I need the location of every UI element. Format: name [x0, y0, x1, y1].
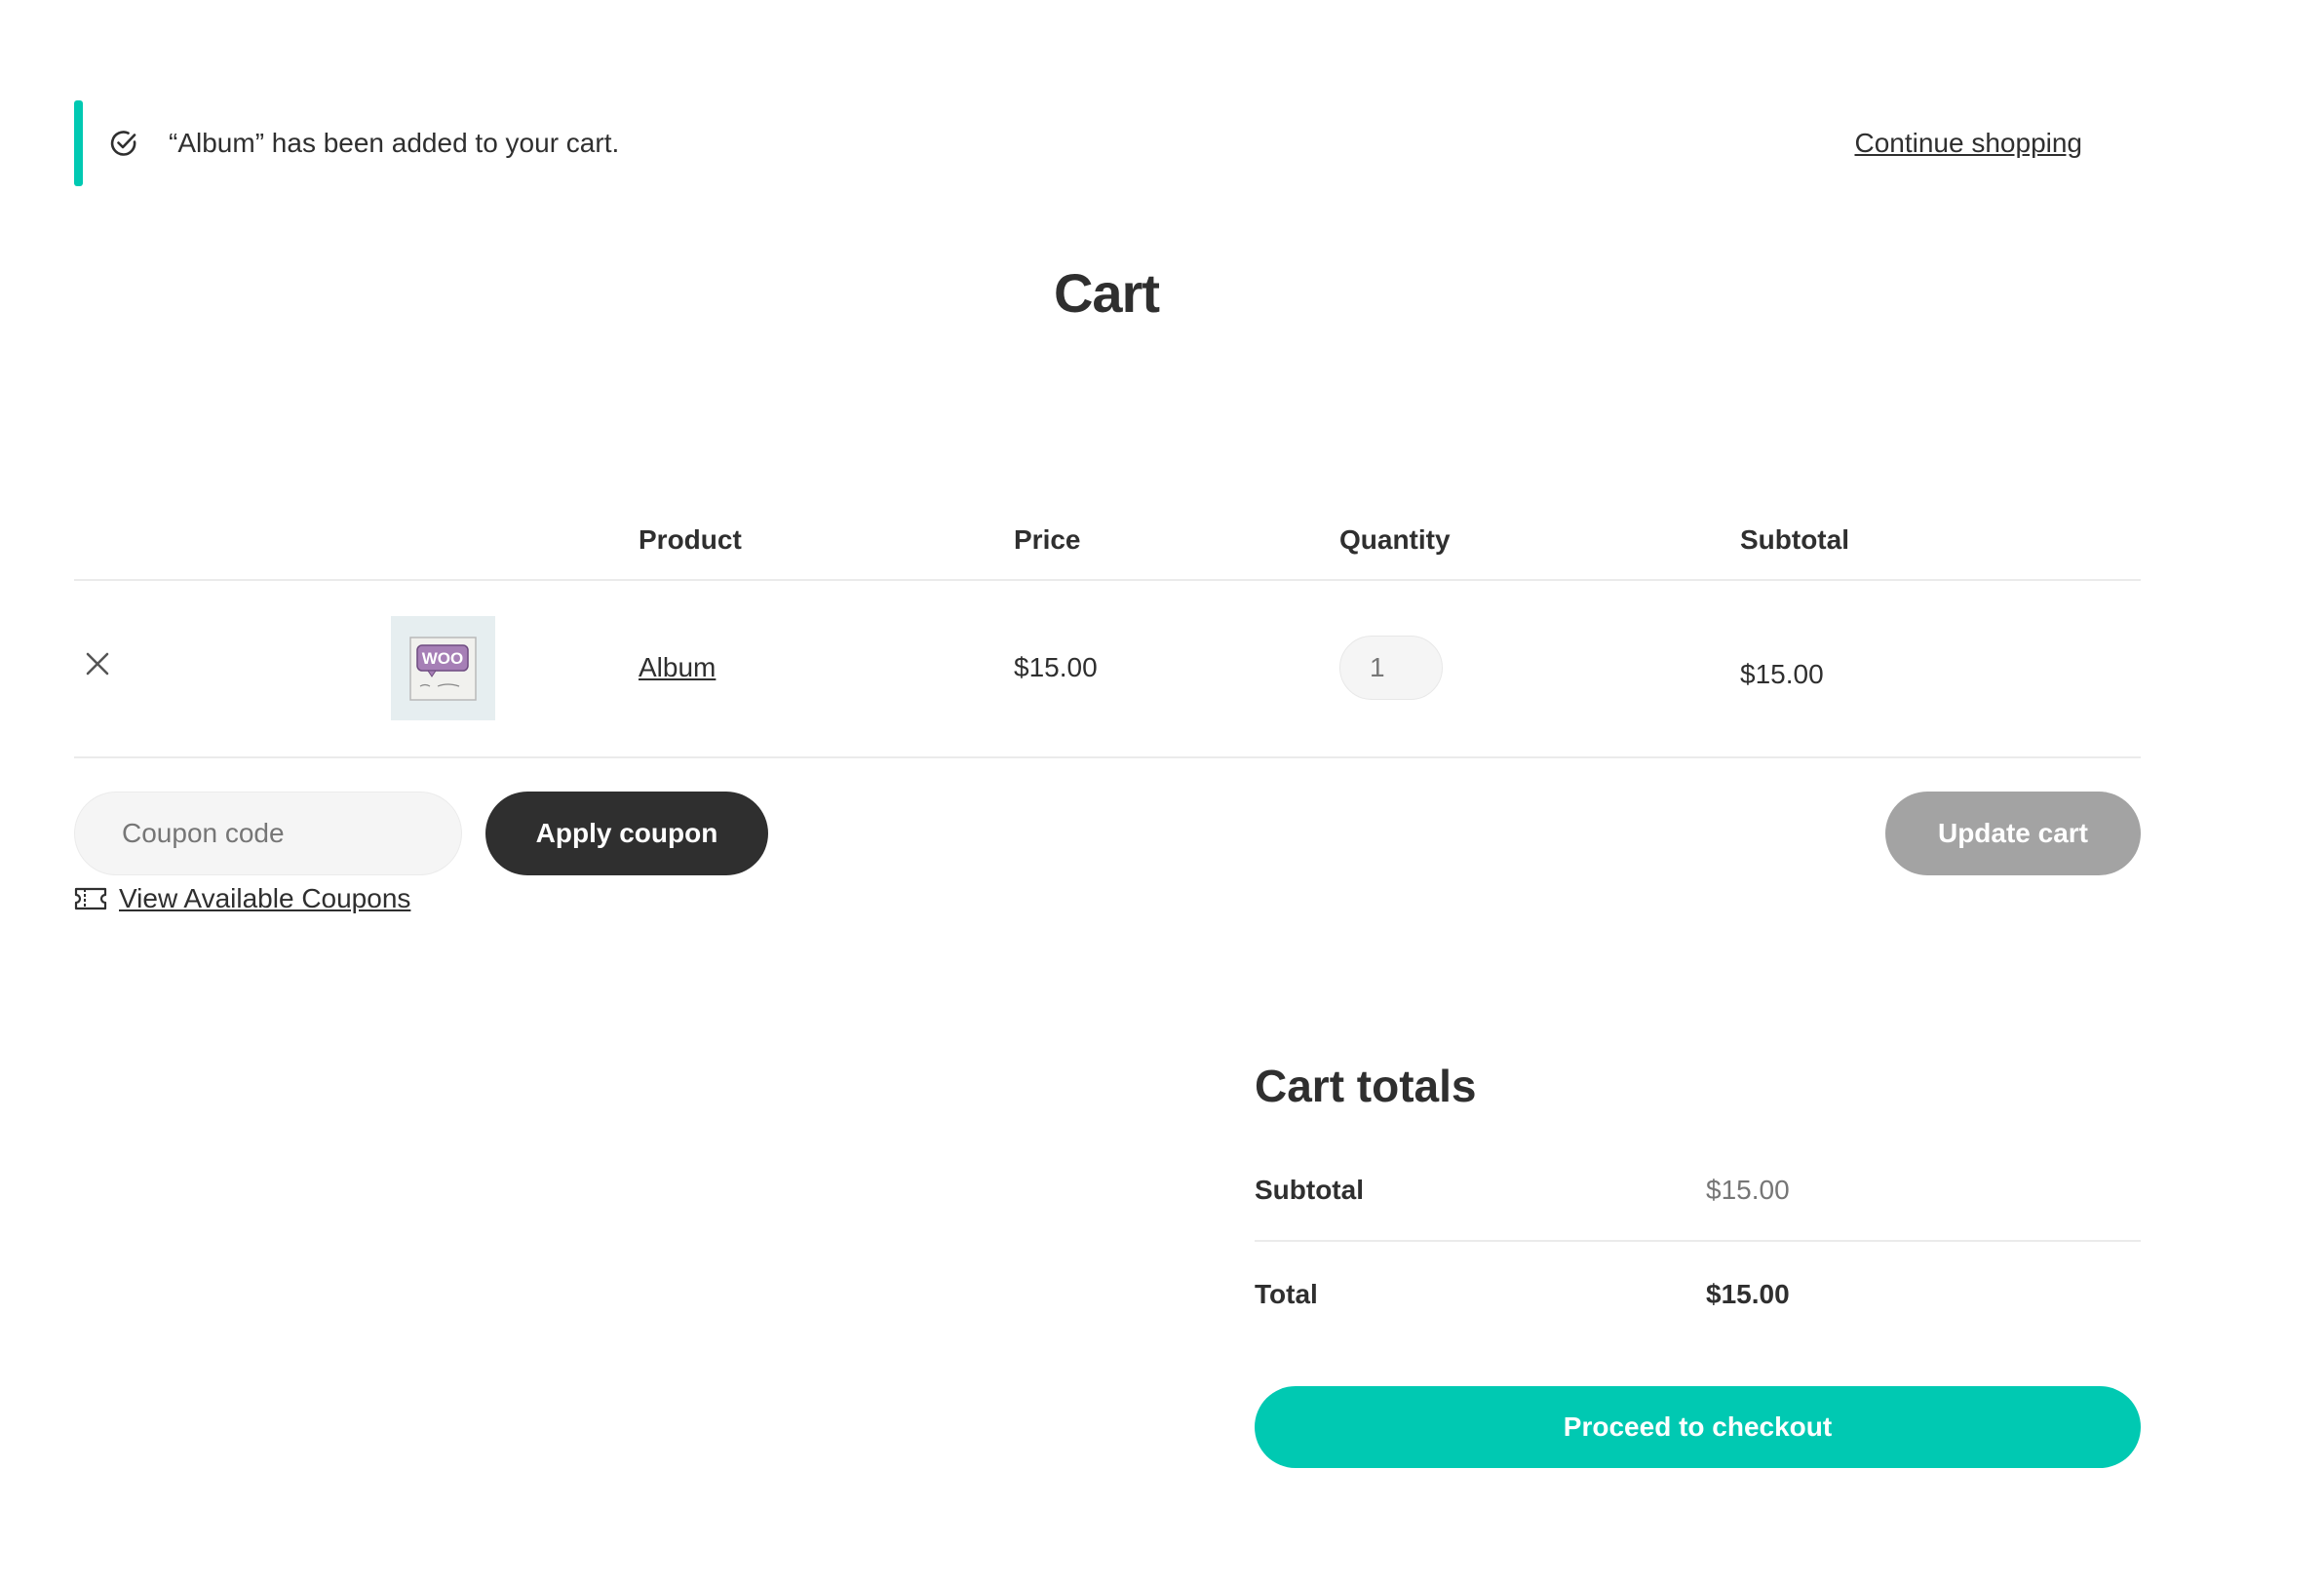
- totals-total-label: Total: [1255, 1279, 1318, 1309]
- close-icon[interactable]: [83, 649, 112, 678]
- row-divider: [74, 756, 2141, 758]
- cart-totals-title: Cart totals: [1255, 1061, 1477, 1111]
- product-subtotal: $15.00: [1740, 659, 1824, 689]
- album-art-icon: WOO: [409, 637, 477, 701]
- notice-accent-bar: [74, 100, 83, 186]
- product-thumbnail[interactable]: WOO: [391, 616, 495, 720]
- proceed-to-checkout-button[interactable]: Proceed to checkout: [1255, 1386, 2141, 1468]
- totals-subtotal-value: $15.00: [1706, 1175, 1790, 1205]
- view-available-coupons-link[interactable]: View Available Coupons: [119, 879, 410, 918]
- header-subtotal: Subtotal: [1740, 524, 1849, 555]
- page-title: Cart: [1053, 262, 1160, 324]
- header-divider: [74, 579, 2141, 581]
- continue-shopping-link[interactable]: Continue shopping: [1854, 124, 2082, 163]
- check-circle-icon: [110, 131, 136, 156]
- totals-total-value: $15.00: [1706, 1279, 1790, 1309]
- totals-divider: [1255, 1240, 2141, 1242]
- cart-notice: “Album” has been added to your cart. Con…: [74, 100, 2141, 186]
- header-quantity: Quantity: [1339, 524, 1451, 555]
- thumbnail-text: WOO: [422, 649, 464, 668]
- quantity-input[interactable]: [1339, 636, 1443, 700]
- product-price: $15.00: [1014, 652, 1098, 682]
- totals-subtotal-label: Subtotal: [1255, 1175, 1364, 1205]
- notice-message: “Album” has been added to your cart.: [169, 128, 620, 158]
- coupon-code-input[interactable]: [74, 792, 462, 875]
- apply-coupon-button[interactable]: Apply coupon: [485, 792, 768, 875]
- update-cart-button[interactable]: Update cart: [1885, 792, 2141, 875]
- ticket-icon: [74, 887, 107, 910]
- header-price: Price: [1014, 524, 1081, 555]
- header-product: Product: [639, 524, 742, 555]
- product-name-link[interactable]: Album: [639, 648, 716, 687]
